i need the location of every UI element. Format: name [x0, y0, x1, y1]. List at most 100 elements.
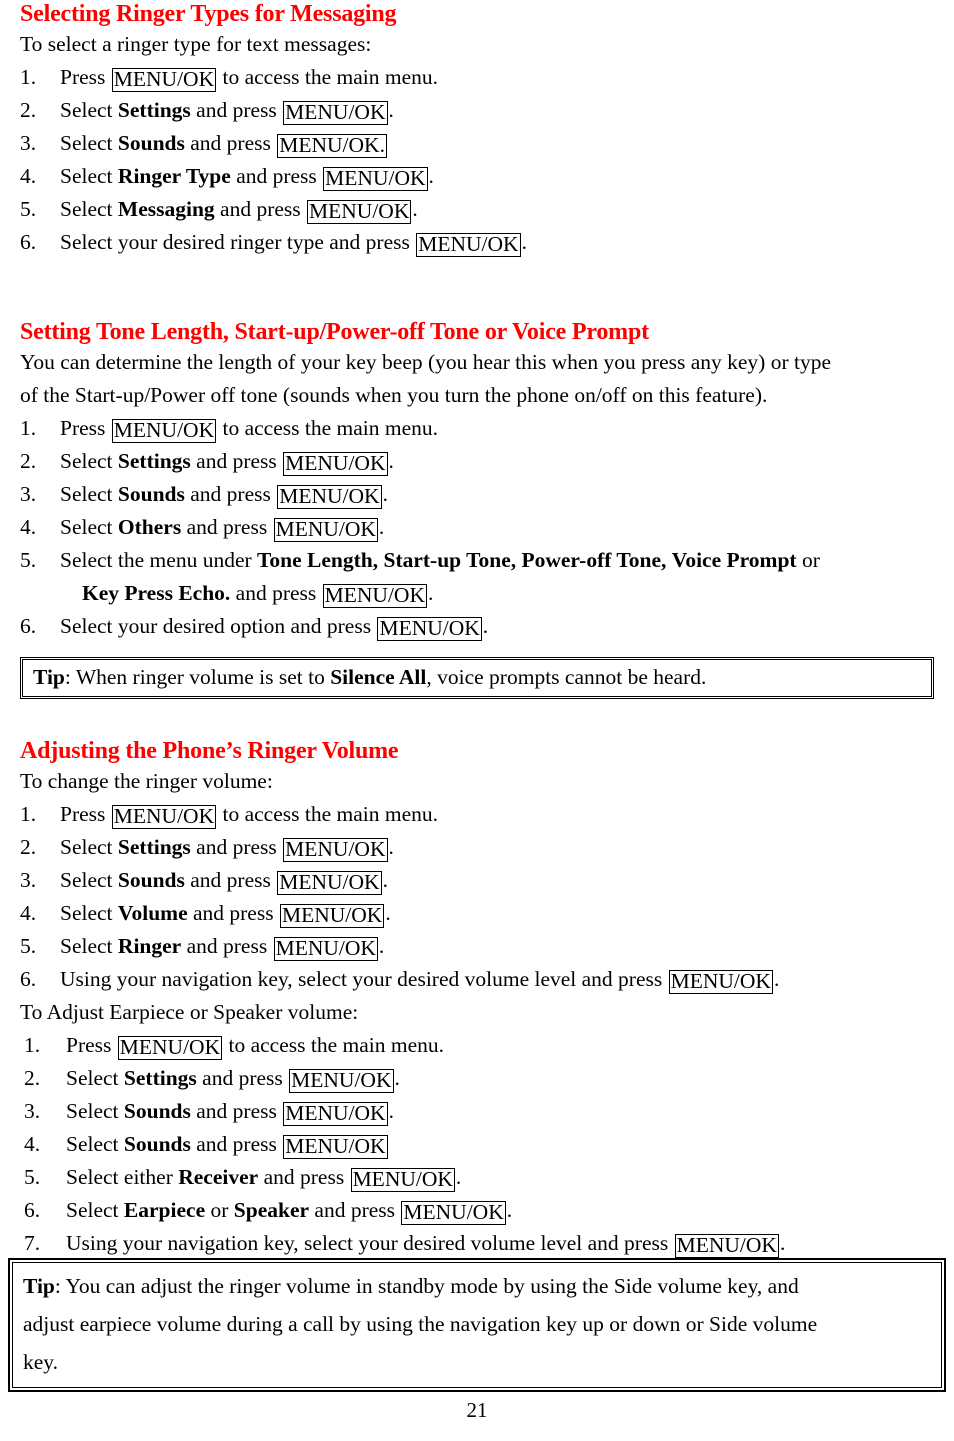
menu-item-name: Settings: [117, 98, 191, 122]
menu-item-name: Sounds: [123, 1132, 191, 1156]
step-text: Select your desired option and press MEN…: [60, 610, 934, 643]
step-pre: Select: [66, 1198, 124, 1222]
menu-ok-key[interactable]: MENU/OK.: [277, 134, 387, 158]
step-number: 6.: [20, 230, 37, 254]
step-post: .: [412, 197, 418, 221]
menu-item-name: Ringer Type: [117, 164, 231, 188]
step-pre: Press: [60, 802, 111, 826]
step-text: Select Ringer Type and press MENU/OK.: [60, 160, 934, 193]
menu-ok-key[interactable]: MENU/OK: [401, 1201, 506, 1225]
menu-ok-key[interactable]: MENU/OK: [111, 68, 217, 92]
step-text: Select Settings and press MENU/OK.: [60, 445, 934, 478]
step-pre: Select: [60, 197, 118, 221]
menu-ok-key[interactable]: MENU/OK: [117, 1036, 223, 1060]
step-text: Select Earpiece or Speaker and press MEN…: [66, 1194, 934, 1227]
menu-ok-key[interactable]: MENU/OK: [283, 1102, 388, 1126]
menu-ok-key[interactable]: MENU/OK: [289, 1069, 394, 1093]
step-mid: and press: [196, 1066, 289, 1090]
step-mid: and press: [230, 164, 323, 188]
menu-ok-key[interactable]: MENU/OK: [277, 485, 382, 509]
step-pre: Select: [60, 164, 118, 188]
step-post: .: [428, 581, 434, 605]
step-pre: Select: [66, 1099, 124, 1123]
menu-ok-key[interactable]: MENU/OK: [277, 871, 382, 895]
menu-ok-key[interactable]: MENU/OK: [416, 233, 521, 257]
list-item: 5. Select either Receiver and press MENU…: [20, 1161, 934, 1194]
tip-post: , voice prompts cannot be heard.: [426, 665, 707, 689]
menu-item-name: Volume: [117, 901, 188, 925]
step-mid: and press: [190, 449, 283, 473]
step-text: Select Sounds and press MENU/OK: [66, 1128, 934, 1161]
step-number: 4.: [20, 515, 37, 539]
menu-item-name: Sounds: [123, 1099, 191, 1123]
step-text: Select Ringer and press MENU/OK.: [60, 930, 934, 963]
step-post: .: [482, 614, 489, 638]
step-text: Select Others and press MENU/OK.: [60, 511, 934, 544]
list-item: 1. Press MENU/OK to access the main menu…: [20, 412, 934, 445]
step-mid: and press: [187, 901, 279, 925]
menu-ok-key[interactable]: MENU/OK: [283, 452, 388, 476]
menu-ok-key[interactable]: MENU/OK: [283, 101, 388, 125]
menu-ok-key[interactable]: MENU/OK: [307, 200, 412, 224]
menu-ok-key[interactable]: MENU/OK: [111, 805, 217, 829]
section-adjusting-ringer-volume: Adjusting the Phone’s Ringer Volume To c…: [20, 737, 934, 1260]
step-number: 6.: [24, 1198, 41, 1222]
menu-ok-key[interactable]: MENU/OK: [111, 419, 217, 443]
list-item: 5. Select Messaging and press MENU/OK.: [20, 193, 934, 226]
step-number: 2.: [20, 449, 37, 473]
menu-ok-key[interactable]: MENU/OK: [283, 838, 388, 862]
menu-ok-key[interactable]: MENU/OK: [377, 617, 482, 641]
list-item: 3. Select Sounds and press MENU/OK.: [20, 478, 934, 511]
steps-list: 1. Press MENU/OK to access the main menu…: [20, 61, 934, 259]
tip-line-1: Tip: You can adjust the ringer volume in…: [23, 1267, 929, 1305]
step-mid: and press: [258, 1165, 350, 1189]
step-number: 4.: [20, 901, 37, 925]
menu-ok-key[interactable]: MENU/OK: [350, 1168, 455, 1192]
comma-separator: ,: [372, 548, 384, 572]
step-number: 1.: [20, 802, 37, 826]
step-text: Select Settings and press MENU/OK.: [60, 831, 934, 864]
tip-bold-term: Silence All: [330, 665, 427, 689]
step-post: to access the main menu.: [223, 1033, 445, 1057]
menu-ok-key[interactable]: MENU/OK: [322, 584, 427, 608]
menu-ok-key[interactable]: MENU/OK: [279, 904, 385, 928]
menu-item-name: Sounds: [117, 868, 185, 892]
step-post: .: [382, 868, 388, 892]
menu-item-name: Start-up Tone: [383, 548, 511, 572]
step-text: Press MENU/OK to access the main menu.: [60, 412, 934, 445]
menu-ok-key[interactable]: MENU/OK: [273, 518, 378, 542]
menu-item-name: Key Press Echo.: [82, 581, 231, 605]
step-pre: Select: [60, 515, 118, 539]
subsection-intro: To Adjust Earpiece or Speaker volume:: [20, 1000, 359, 1024]
step-text: Select Sounds and press MENU/OK.: [60, 127, 934, 160]
step-number: 5.: [24, 1165, 41, 1189]
step-text: Select Sounds and press MENU/OK.: [66, 1095, 934, 1128]
step-mid: and press: [230, 581, 322, 605]
menu-item-name: Voice Prompt: [671, 548, 797, 572]
menu-ok-key[interactable]: MENU/OK: [674, 1234, 779, 1258]
list-item: 3. Select Sounds and press MENU/OK.: [20, 864, 934, 897]
menu-ok-key[interactable]: MENU/OK: [668, 970, 773, 994]
step-pre: Select: [60, 835, 118, 859]
step-text: Select Sounds and press MENU/OK.: [60, 864, 934, 897]
list-item-continuation: Key Press Echo. and press MENU/OK.: [20, 577, 934, 610]
menu-item-name: Settings: [117, 835, 191, 859]
step-number: 5.: [20, 934, 37, 958]
section-heading: Adjusting the Phone’s Ringer Volume: [20, 738, 399, 764]
menu-ok-key[interactable]: MENU/OK: [283, 1135, 388, 1159]
step-or: or: [796, 548, 820, 572]
step-pre: Select: [60, 868, 118, 892]
list-item: 2. Select Settings and press MENU/OK.: [20, 94, 934, 127]
menu-ok-key[interactable]: MENU/OK: [273, 937, 378, 961]
step-pre: Select: [66, 1066, 124, 1090]
menu-ok-key[interactable]: MENU/OK: [323, 167, 428, 191]
tip-line-3: key.: [23, 1350, 59, 1374]
section-intro: To select a ringer type for text message…: [20, 32, 372, 56]
comma-separator: ,: [661, 548, 672, 572]
step-pre: Press: [66, 1033, 117, 1057]
step-post: .: [388, 449, 394, 473]
step-text: Select the menu under Tone Length, Start…: [60, 544, 934, 577]
menu-item-name: Messaging: [117, 197, 215, 221]
step-text: Select Messaging and press MENU/OK.: [60, 193, 934, 226]
step-pre: Press: [60, 65, 111, 89]
